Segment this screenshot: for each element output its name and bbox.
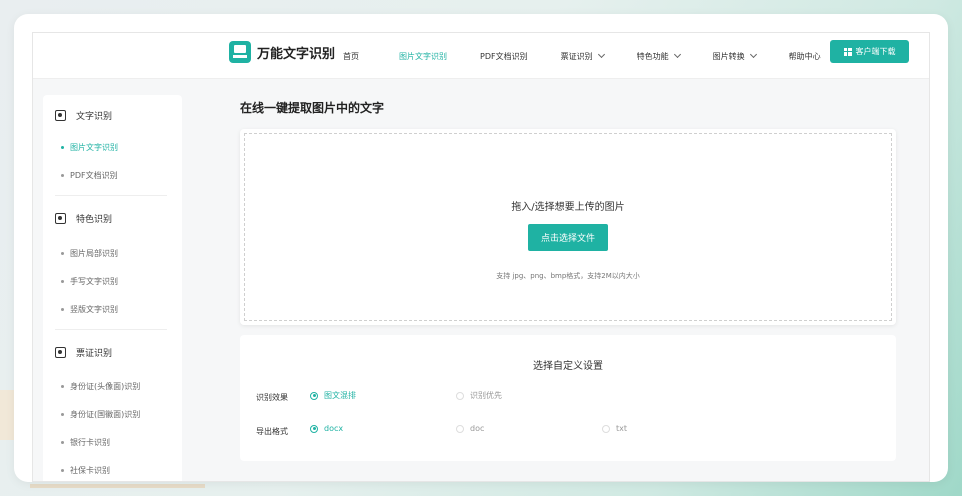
sidebar-section-text-ocr: 文字识别 (55, 109, 112, 122)
web-page: 万能文字识别 首页 图片文字识别 PDF文档识别 票证识别 特色功能 图片转换 … (32, 32, 930, 482)
bullet-icon (61, 280, 64, 283)
special-scan-icon (55, 213, 66, 224)
windows-icon (843, 47, 852, 56)
upload-hint: 支持 jpg、png、bmp格式，支持2M以内大小 (496, 272, 640, 280)
format-option-txt[interactable]: txt (602, 424, 627, 433)
radio-icon (456, 391, 464, 400)
nav-pdf-ocr-label: PDF文档识别 (480, 51, 528, 61)
dropzone[interactable]: 拖入/选择想要上传的图片 点击选择文件 支持 jpg、png、bmp格式，支持2… (244, 133, 892, 321)
sidebar-item-label: 竖版文字识别 (70, 305, 118, 314)
bullet-icon (61, 146, 64, 149)
nav-card-ocr-label: 票证识别 (560, 51, 593, 61)
nav-image-ocr[interactable]: 图片文字识别 (399, 51, 447, 62)
bullet-icon (61, 308, 64, 311)
upload-prompt: 拖入/选择想要上传的图片 (511, 202, 625, 213)
bullet-icon (61, 174, 64, 177)
option-label: 识别优先 (470, 391, 502, 400)
effect-option-priority[interactable]: 识别优先 (456, 390, 502, 401)
nav-image-convert[interactable]: 图片转换 (712, 50, 757, 62)
nav-features-label: 特色功能 (636, 51, 669, 61)
sidebar-item-handwriting-ocr[interactable]: 手写文字识别 (61, 276, 118, 287)
nav-image-convert-label: 图片转换 (712, 51, 745, 61)
client-download-button[interactable]: 客户端下载 (830, 40, 909, 63)
sidebar-item-social-card-ocr[interactable]: 社保卡识别 (61, 465, 110, 476)
sidebar-section-card-ocr: 票证识别 (55, 346, 112, 359)
top-header: 万能文字识别 首页 图片文字识别 PDF文档识别 票证识别 特色功能 图片转换 … (33, 33, 929, 79)
nav-image-ocr-label: 图片文字识别 (399, 51, 447, 61)
radio-icon (310, 424, 318, 433)
page-title: 在线一键提取图片中的文字 (240, 101, 385, 115)
option-label: txt (616, 424, 628, 433)
effect-label: 识别效果 (256, 393, 288, 402)
chevron-down-icon (673, 50, 681, 59)
sidebar-item-label: 手写文字识别 (70, 277, 118, 286)
scanner-logo-icon (229, 41, 251, 63)
radio-icon (310, 391, 318, 400)
section-title: 特色识别 (76, 215, 113, 225)
sidebar-item-image-ocr[interactable]: 图片文字识别 (61, 142, 118, 153)
sidebar-item-label: 身份证(头像面)识别 (70, 382, 141, 391)
text-scan-icon (55, 110, 66, 121)
sidebar-item-id-front-ocr[interactable]: 身份证(头像面)识别 (61, 381, 140, 392)
sidebar-item-label: 银行卡识别 (70, 438, 110, 447)
settings-title: 选择自定义设置 (533, 361, 603, 372)
bullet-icon (61, 441, 64, 444)
option-label: doc (470, 424, 485, 433)
sidebar-section-special-ocr: 特色识别 (55, 212, 112, 225)
sidebar-item-vertical-ocr[interactable]: 竖版文字识别 (61, 304, 118, 315)
section-title: 文字识别 (76, 112, 113, 122)
option-label: 图文混排 (324, 391, 356, 400)
main-nav: 首页 图片文字识别 PDF文档识别 票证识别 特色功能 图片转换 帮助中心 (343, 33, 821, 79)
select-file-button[interactable]: 点击选择文件 (528, 224, 608, 251)
sidebar-item-bank-card-ocr[interactable]: 银行卡识别 (61, 437, 110, 448)
format-option-doc[interactable]: doc (456, 424, 484, 433)
chevron-down-icon (749, 50, 757, 59)
sidebar-item-label: 社保卡识别 (70, 466, 110, 475)
card-scan-icon (55, 347, 66, 358)
logo-text: 万能文字识别 (257, 46, 336, 62)
format-option-docx[interactable]: docx (310, 424, 343, 433)
logo[interactable]: 万能文字识别 (229, 41, 335, 63)
radio-icon (602, 424, 610, 433)
divider (55, 329, 167, 330)
bullet-icon (61, 413, 64, 416)
screenshot-frame: 万能文字识别 首页 图片文字识别 PDF文档识别 票证识别 特色功能 图片转换 … (14, 14, 948, 482)
background-accent-strip (30, 484, 205, 488)
sidebar-item-id-back-ocr[interactable]: 身份证(国徽面)识别 (61, 409, 140, 420)
section-title: 票证识别 (76, 349, 113, 359)
nav-features[interactable]: 特色功能 (636, 50, 681, 62)
nav-home-label: 首页 (343, 51, 359, 61)
sidebar-item-label: 图片局部识别 (70, 249, 118, 258)
sidebar: 文字识别 图片文字识别 PDF文档识别 特色识别 图片局部识别 手写文字识别 竖… (43, 95, 182, 481)
option-label: docx (324, 424, 344, 433)
sidebar-item-label: 身份证(国徽面)识别 (70, 410, 141, 419)
divider (55, 195, 167, 196)
sidebar-item-label: PDF文档识别 (70, 171, 118, 180)
effect-option-mixed[interactable]: 图文混排 (310, 390, 356, 401)
settings-panel: 选择自定义设置 识别效果 图文混排 识别优先 导出格式 docx doc txt (240, 335, 896, 461)
bullet-icon (61, 469, 64, 472)
nav-help[interactable]: 帮助中心 (789, 51, 821, 62)
upload-area[interactable]: 拖入/选择想要上传的图片 点击选择文件 支持 jpg、png、bmp格式，支持2… (240, 129, 896, 325)
format-label: 导出格式 (256, 427, 288, 436)
nav-card-ocr[interactable]: 票证识别 (560, 50, 605, 62)
radio-icon (456, 424, 464, 433)
sidebar-item-label: 图片文字识别 (70, 143, 118, 152)
bullet-icon (61, 385, 64, 388)
sidebar-item-partial-ocr[interactable]: 图片局部识别 (61, 248, 118, 259)
sidebar-item-pdf-ocr[interactable]: PDF文档识别 (61, 170, 118, 181)
bullet-icon (61, 252, 64, 255)
nav-home[interactable]: 首页 (343, 51, 359, 62)
client-download-label: 客户端下载 (855, 47, 896, 56)
nav-help-label: 帮助中心 (788, 51, 821, 61)
chevron-down-icon (597, 50, 605, 59)
nav-pdf-ocr[interactable]: PDF文档识别 (480, 51, 528, 62)
